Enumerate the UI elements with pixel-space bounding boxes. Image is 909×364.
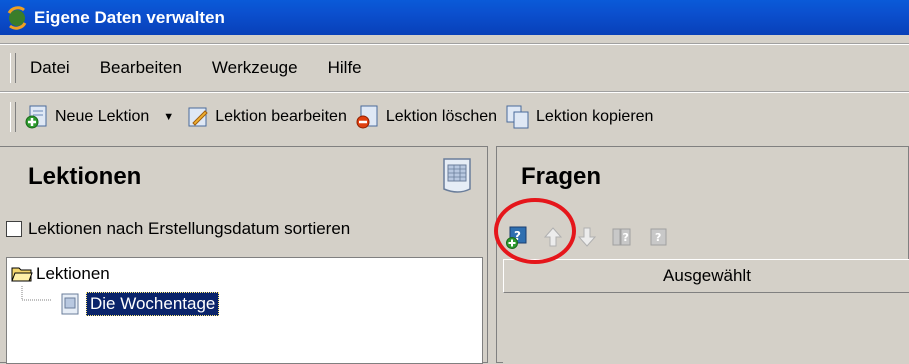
app-icon xyxy=(7,5,27,30)
new-lesson-icon xyxy=(25,105,47,129)
divider xyxy=(0,91,909,93)
highlight-circle-annotation xyxy=(494,198,576,264)
new-lesson-button[interactable]: Neue Lektion xyxy=(24,104,149,130)
delete-lesson-icon xyxy=(356,105,378,129)
lessons-tree[interactable]: Lektionen Die Wochentage xyxy=(6,257,483,364)
edit-lesson-label: Lektion bearbeiten xyxy=(215,108,347,125)
main-toolbar: Neue Lektion ▼ Lektion bearbeiten Lektio… xyxy=(0,96,909,138)
delete-lesson-button[interactable]: Lektion löschen xyxy=(355,104,497,130)
menu-hilfe[interactable]: Hilfe xyxy=(328,58,362,78)
menu-grip[interactable] xyxy=(10,53,16,83)
window-title-bar[interactable]: Eigene Daten verwalten xyxy=(0,0,909,35)
menu-werkzeuge[interactable]: Werkzeuge xyxy=(212,58,298,78)
move-down-icon[interactable] xyxy=(577,226,597,248)
svg-text:?: ? xyxy=(655,231,661,244)
sort-by-date-label: Lektionen nach Erstellungsdatum sortiere… xyxy=(28,219,351,238)
tree-item-label: Die Wochentage xyxy=(86,292,220,316)
new-lesson-dropdown-arrow-icon[interactable]: ▼ xyxy=(163,111,174,123)
questions-panel-title: Fragen xyxy=(521,163,602,190)
svg-text:?: ? xyxy=(623,231,629,244)
copy-lesson-button[interactable]: Lektion kopieren xyxy=(505,104,653,130)
delete-lesson-label: Lektion löschen xyxy=(385,108,498,125)
edit-lesson-button[interactable]: Lektion bearbeiten xyxy=(186,105,347,129)
tree-root-lektionen[interactable]: Lektionen xyxy=(11,264,110,284)
tree-connector-line xyxy=(21,286,51,301)
menu-datei[interactable]: Datei xyxy=(30,58,70,78)
edit-lesson-icon xyxy=(188,107,208,127)
questions-table[interactable]: Ausgewählt xyxy=(503,259,909,364)
menu-bar: Datei Bearbeiten Werkzeuge Hilfe xyxy=(0,48,909,88)
lesson-icon xyxy=(61,293,79,315)
column-header-ausgewaehlt[interactable]: Ausgewählt xyxy=(503,259,909,293)
folder-icon xyxy=(11,267,33,282)
sort-by-date-option[interactable]: Lektionen nach Erstellungsdatum sortiere… xyxy=(6,219,350,239)
menu-bearbeiten[interactable]: Bearbeiten xyxy=(100,58,182,78)
copy-lesson-icon xyxy=(506,105,529,129)
question-icon[interactable]: ? xyxy=(611,226,633,248)
lesson-list-icon xyxy=(443,158,471,193)
question-edit-icon[interactable]: ? xyxy=(647,226,669,248)
lessons-panel: Lektionen Lektionen nach Erstellungsdatu… xyxy=(0,146,488,364)
sort-by-date-checkbox[interactable] xyxy=(6,221,22,237)
divider xyxy=(0,43,909,45)
toolbar-grip[interactable] xyxy=(10,102,16,132)
new-lesson-label: Neue Lektion xyxy=(55,108,150,125)
window-title: Eigene Daten verwalten xyxy=(34,7,225,27)
copy-lesson-label: Lektion kopieren xyxy=(536,108,654,125)
lessons-panel-title: Lektionen xyxy=(28,163,142,190)
tree-item-die-wochentage[interactable]: Die Wochentage xyxy=(59,292,220,316)
tree-root-label: Lektionen xyxy=(36,264,110,283)
